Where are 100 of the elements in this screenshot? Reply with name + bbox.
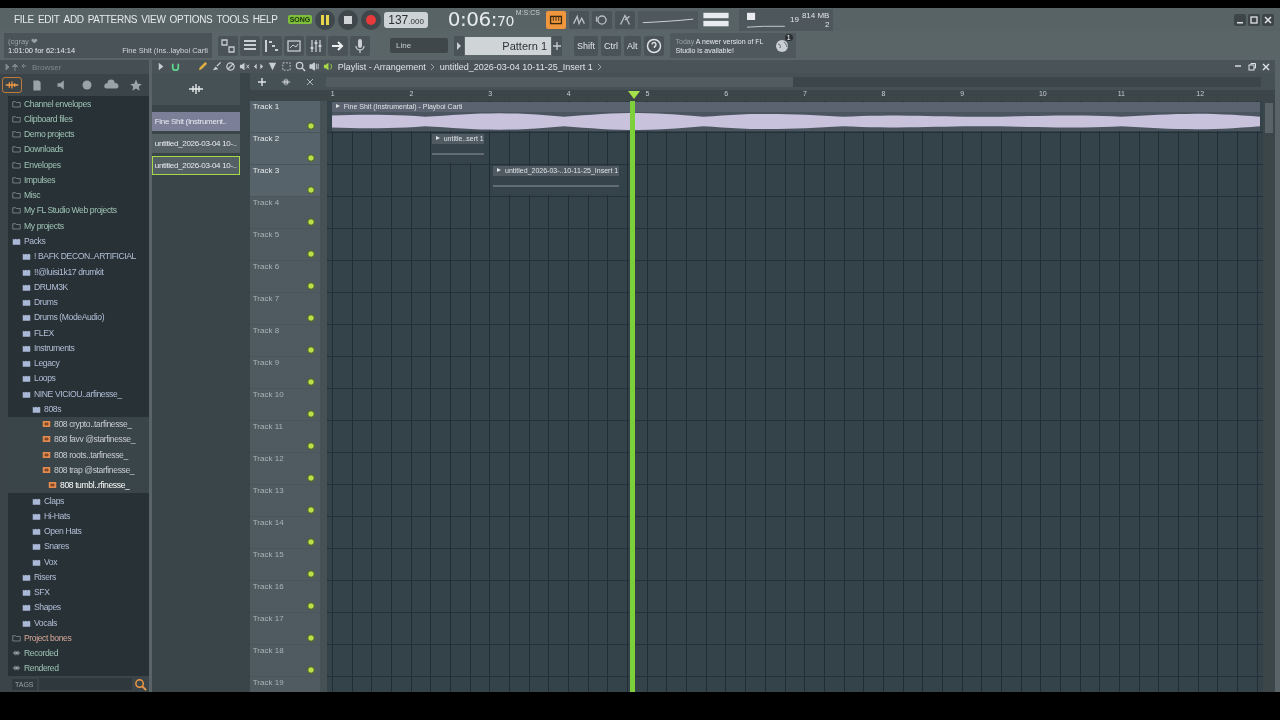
browser-item[interactable]: 808 roots..tarfinesse_ xyxy=(8,447,149,463)
browser-icon[interactable] xyxy=(284,35,304,56)
browser-item[interactable]: Legacy xyxy=(8,355,149,371)
pattern-selector[interactable]: Pattern 1 xyxy=(465,36,551,55)
modifier-key-button[interactable]: Shift xyxy=(574,35,598,56)
waveform-icon[interactable] xyxy=(3,78,22,92)
maximize-icon[interactable] xyxy=(1248,13,1260,26)
browser-item[interactable]: Downloads xyxy=(8,141,149,158)
brush-icon[interactable] xyxy=(210,61,222,72)
close-icon[interactable] xyxy=(1261,61,1271,72)
browser-item[interactable]: DRUM3K xyxy=(8,279,149,295)
add-icon[interactable] xyxy=(256,76,267,87)
browser-item[interactable]: Loops xyxy=(8,370,149,387)
metronome-icon[interactable] xyxy=(614,10,635,29)
track-header[interactable]: Track 9 xyxy=(249,357,320,389)
browser-item[interactable]: Channel envelopes xyxy=(8,96,149,112)
browser-item[interactable]: 808 trap @starfinesse_ xyxy=(8,462,149,478)
track-mute-led-icon[interactable] xyxy=(306,314,315,322)
step-edit-icon[interactable] xyxy=(568,10,589,29)
track-mute-led-icon[interactable] xyxy=(306,506,315,514)
track-mute-led-icon[interactable] xyxy=(306,634,315,642)
browser-item[interactable]: Envelopes xyxy=(8,157,149,173)
track-mute-led-icon[interactable] xyxy=(306,218,315,226)
track-mute-led-icon[interactable] xyxy=(306,378,315,386)
track-header[interactable]: Track 6 xyxy=(249,261,320,293)
track-header[interactable]: Track 3 xyxy=(249,165,320,197)
menu-item[interactable]: VIEW xyxy=(141,14,166,25)
browser-item[interactable]: 808 crypto..tarfinesse_ xyxy=(8,416,149,432)
browser-item[interactable]: Drums (ModeAudio) xyxy=(8,309,149,325)
browser-item[interactable]: Misc xyxy=(8,187,149,203)
help-icon[interactable] xyxy=(643,35,664,56)
track-header[interactable]: Track 13 xyxy=(249,485,320,517)
scissors-icon[interactable] xyxy=(304,76,315,87)
track-header[interactable]: Track 8 xyxy=(249,325,320,357)
browser-item[interactable]: Recorded xyxy=(8,645,149,661)
clip-source-item[interactable]: untitled_2026-03-04 10-.. xyxy=(151,156,240,175)
browser-nav-icon[interactable] xyxy=(4,62,28,72)
menu-item[interactable]: PATTERNS xyxy=(87,14,138,25)
waveform-icon[interactable] xyxy=(187,83,204,95)
track-header[interactable]: Track 12 xyxy=(249,453,320,485)
typing-keyboard-icon[interactable] xyxy=(545,10,566,29)
menu-item[interactable]: FILE xyxy=(14,14,34,25)
track-mute-led-icon[interactable] xyxy=(306,282,315,290)
playlist-icon[interactable] xyxy=(218,35,238,56)
track-mute-led-icon[interactable] xyxy=(306,186,315,194)
browser-item[interactable]: Project bones xyxy=(8,630,149,646)
browser-item[interactable]: Shapes xyxy=(8,599,149,616)
microphone-icon[interactable] xyxy=(350,35,370,56)
magnet-icon[interactable] xyxy=(169,61,181,72)
track-mute-led-icon[interactable] xyxy=(306,250,315,258)
cloud-icon[interactable] xyxy=(102,78,121,92)
browser-item[interactable]: Hi-Hats xyxy=(8,508,149,524)
track-header[interactable]: Track 11 xyxy=(249,421,320,453)
menu-item[interactable]: EDIT xyxy=(37,14,60,25)
clip-source-item[interactable]: Fine Shit (Instrument.. xyxy=(151,112,240,131)
menu-item[interactable]: TOOLS xyxy=(216,14,249,25)
close-icon[interactable] xyxy=(1262,13,1274,26)
track-mute-led-icon[interactable] xyxy=(306,570,315,578)
track-header[interactable]: Track 7 xyxy=(249,293,320,325)
speaker-icon[interactable] xyxy=(322,61,334,72)
browser-item[interactable]: Demo projects xyxy=(8,126,149,142)
browser-item[interactable]: Risers xyxy=(8,569,149,585)
menu-item[interactable]: OPTIONS xyxy=(169,14,213,25)
modifier-key-button[interactable]: Alt xyxy=(624,35,641,56)
minimize-icon[interactable] xyxy=(1234,13,1246,26)
zoom-icon[interactable] xyxy=(294,61,306,72)
browser-item[interactable]: FLEX xyxy=(8,325,149,341)
globe-icon[interactable] xyxy=(773,37,790,54)
mixer-icon[interactable] xyxy=(306,35,326,56)
track-header[interactable]: Track 15 xyxy=(249,549,320,581)
browser-item[interactable]: My FL Studio Web projects xyxy=(8,202,149,219)
arrow-right-icon[interactable] xyxy=(328,35,348,56)
channel-rack-icon[interactable] xyxy=(240,35,260,56)
playback-icon[interactable] xyxy=(308,61,320,72)
browser-item[interactable]: Packs xyxy=(8,233,149,249)
track-mute-led-icon[interactable] xyxy=(306,122,315,130)
slice-icon[interactable] xyxy=(266,61,278,72)
browser-item[interactable]: SFX xyxy=(8,584,149,600)
browser-item[interactable]: Drums xyxy=(8,294,149,310)
browser-item[interactable]: ! BAFK DECON..ARTIFICIAL xyxy=(8,248,149,264)
browser-item[interactable]: Vox xyxy=(8,553,149,570)
track-mute-led-icon[interactable] xyxy=(306,346,315,354)
track-header[interactable]: Track 17 xyxy=(249,613,320,645)
browser-item[interactable]: !!@luisi1k17 drumkit xyxy=(8,263,149,280)
browser-item[interactable]: Snares xyxy=(8,538,149,554)
menu-item[interactable]: HELP xyxy=(252,14,278,25)
detach-icon[interactable] xyxy=(1247,61,1257,72)
menu-item[interactable]: ADD xyxy=(63,14,84,25)
browser-item[interactable]: Impulses xyxy=(8,172,149,188)
select-icon[interactable] xyxy=(280,61,292,72)
track-header[interactable]: Track 10 xyxy=(249,389,320,421)
browser-item[interactable]: Open Hats xyxy=(8,523,149,539)
browser-item[interactable]: 808s xyxy=(8,401,149,417)
track-header[interactable]: Track 5 xyxy=(249,229,320,261)
browser-item[interactable]: Instruments xyxy=(8,340,149,356)
piano-roll-icon[interactable] xyxy=(262,35,282,56)
browser-item[interactable]: Vocals xyxy=(8,615,149,631)
add-pattern-icon[interactable] xyxy=(552,35,562,56)
delete-icon[interactable] xyxy=(224,61,236,72)
track-header[interactable]: Track 19 xyxy=(249,677,320,692)
